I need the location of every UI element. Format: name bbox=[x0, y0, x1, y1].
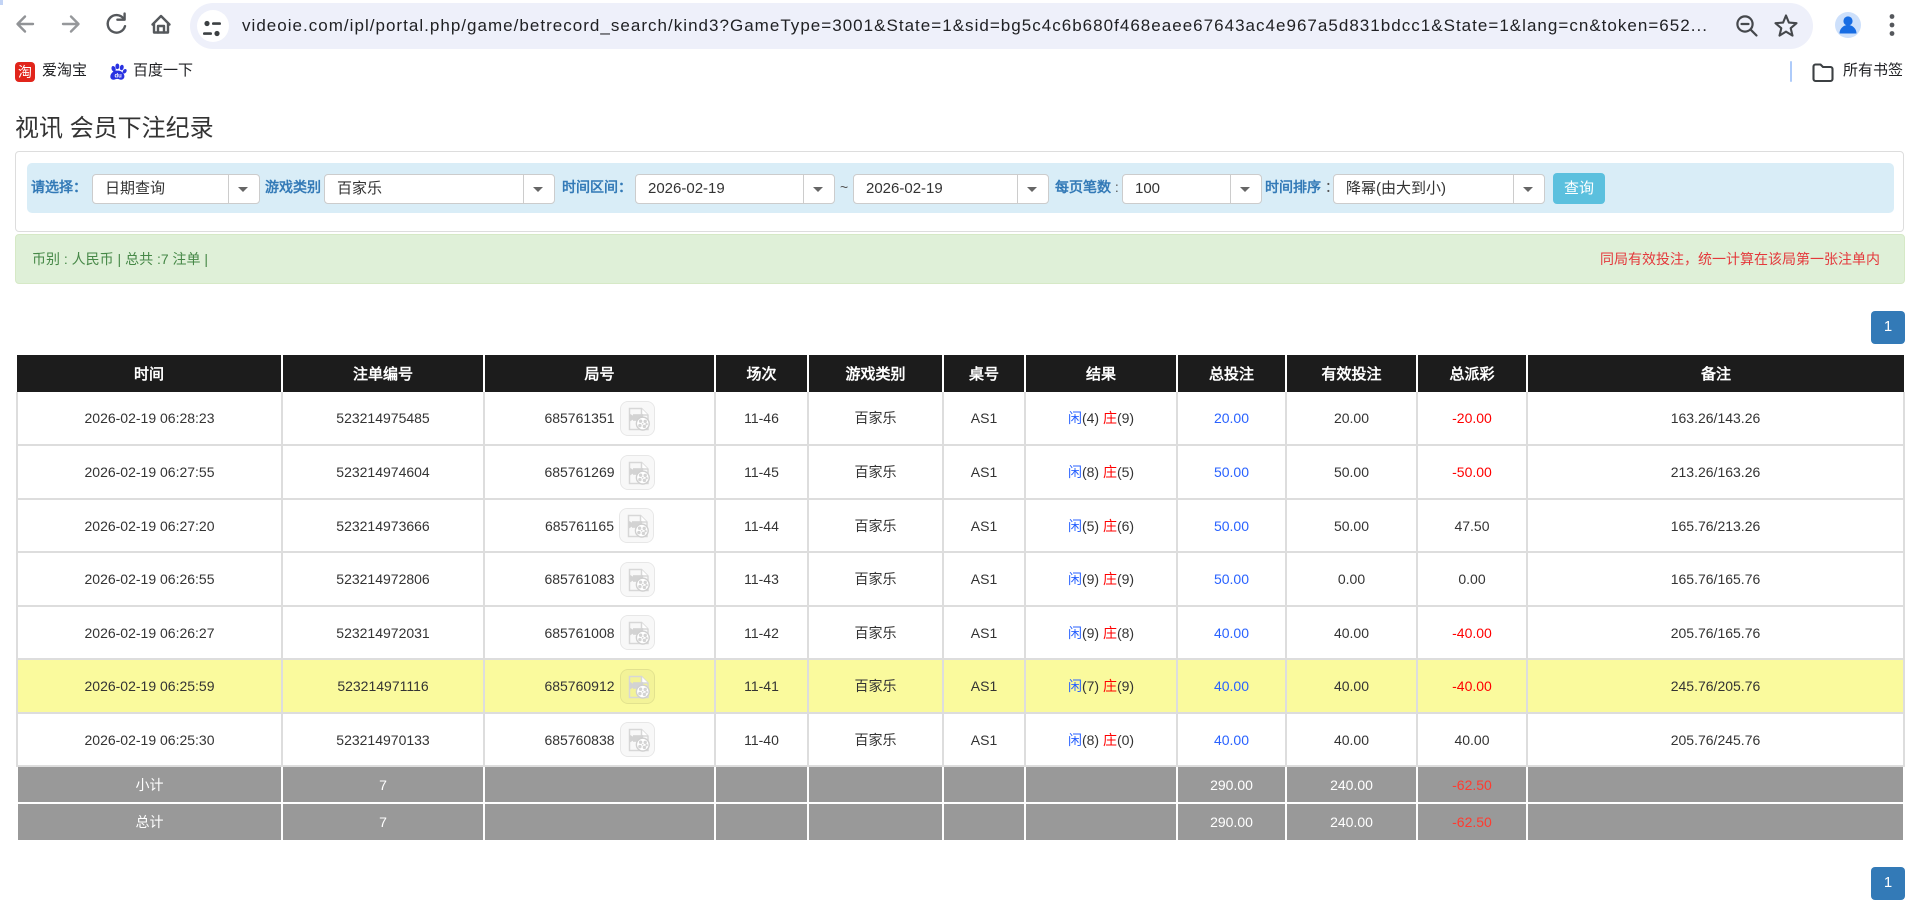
svg-text:du: du bbox=[115, 73, 123, 79]
